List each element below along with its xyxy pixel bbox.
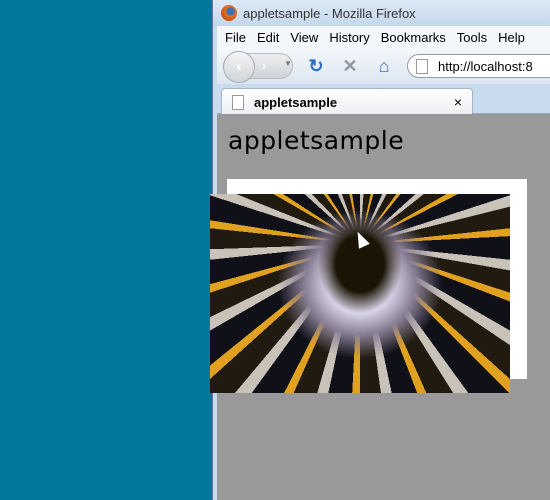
navigation-toolbar: ‹ › ▼ ↻ ✕ ⌂ http://localhost:8 <box>217 48 550 84</box>
menu-history[interactable]: History <box>329 30 369 45</box>
page-icon <box>232 94 244 110</box>
page-icon <box>416 58 428 74</box>
history-dropdown-icon[interactable]: ▼ <box>284 59 292 68</box>
menu-view[interactable]: View <box>290 30 318 45</box>
tab-appletsample[interactable]: appletsample × <box>221 88 473 115</box>
back-button[interactable]: ‹ <box>223 51 255 83</box>
url-bar[interactable]: http://localhost:8 <box>407 54 550 78</box>
tab-strip: appletsample × <box>217 84 550 115</box>
menu-bar: File Edit View History Bookmarks Tools H… <box>217 26 550 48</box>
menu-file[interactable]: File <box>225 30 246 45</box>
stop-icon[interactable]: ✕ <box>339 56 361 77</box>
reload-icon[interactable]: ↻ <box>305 56 327 77</box>
firefox-logo-icon <box>221 5 237 21</box>
menu-edit[interactable]: Edit <box>257 30 279 45</box>
close-tab-icon[interactable]: × <box>454 94 462 110</box>
home-icon[interactable]: ⌂ <box>373 56 395 77</box>
menu-tools[interactable]: Tools <box>457 30 487 45</box>
back-forward-group: ‹ › ▼ <box>223 51 293 83</box>
tab-label: appletsample <box>254 94 338 110</box>
window-title: appletsample - Mozilla Firefox <box>243 5 416 21</box>
page-heading: appletsample <box>228 126 405 155</box>
applet-image[interactable] <box>210 194 510 393</box>
url-text: http://localhost:8 <box>438 58 533 74</box>
menu-bookmarks[interactable]: Bookmarks <box>381 30 446 45</box>
title-bar: appletsample - Mozilla Firefox <box>213 0 550 26</box>
menu-help[interactable]: Help <box>498 30 525 45</box>
forward-button[interactable]: › <box>262 58 266 73</box>
